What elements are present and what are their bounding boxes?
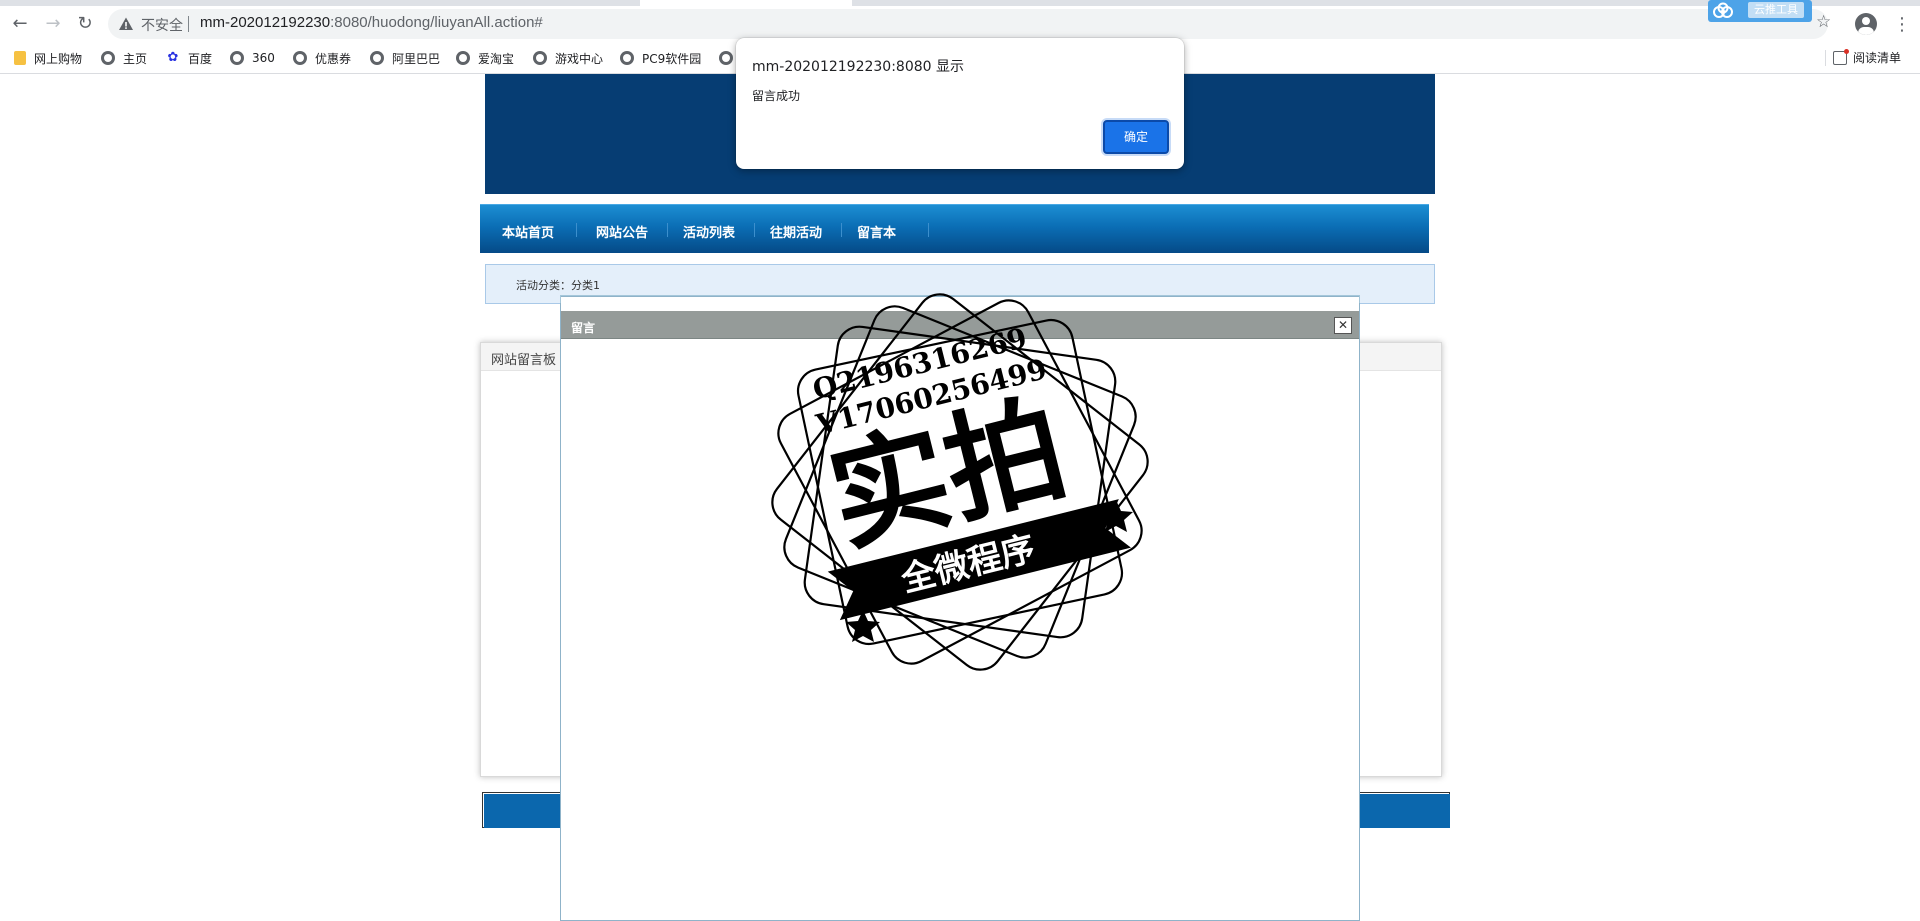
bookmark-aitaobao[interactable]: 爱淘宝 (456, 49, 514, 67)
paw-icon: ✿ (167, 50, 179, 65)
nav-separator (667, 223, 668, 237)
profile-avatar-icon[interactable] (1855, 13, 1877, 35)
bookmark-label: 网上购物 (34, 51, 83, 66)
url-text[interactable]: mm-202012192230:8080/huodong/liuyanAll.a… (200, 14, 543, 31)
bookmark-home[interactable]: 主页 (101, 49, 147, 67)
nav-guestbook[interactable]: 留言本 (857, 222, 896, 241)
bookmark-baidu[interactable]: ✿ 百度 (166, 49, 212, 67)
nav-past-activities[interactable]: 往期活动 (770, 222, 822, 241)
close-icon[interactable]: ✕ (1334, 317, 1352, 334)
nav-announcements[interactable]: 网站公告 (596, 222, 648, 241)
globe-icon (533, 51, 547, 65)
back-icon[interactable]: ← (8, 12, 32, 36)
bookmark-360[interactable]: 360 (230, 49, 275, 67)
bookmark-alibaba[interactable]: 阿里巴巴 (370, 49, 440, 67)
bookmark-label: PC9软件园 (642, 51, 702, 66)
nav-home[interactable]: 本站首页 (502, 222, 554, 241)
nav-separator (928, 223, 929, 237)
leave-message-dialog: 留言 ✕ (560, 295, 1360, 921)
reload-icon[interactable]: ↻ (73, 12, 97, 36)
more-menu-icon[interactable]: ⋮ (1893, 14, 1911, 35)
globe-icon (293, 51, 307, 65)
reading-list-label: 阅读清单 (1853, 51, 1902, 65)
bookmark-label: 爱淘宝 (478, 51, 515, 66)
dialog-title: 留言 (571, 321, 596, 335)
bookmark-shopping[interactable]: 网上购物 (14, 49, 82, 67)
bookmark-label: 百度 (188, 51, 213, 66)
security-label[interactable]: 不安全 (141, 15, 183, 35)
alert-message: 留言成功 (752, 89, 801, 103)
address-bar[interactable]: 不安全 mm-202012192230:8080/huodong/liuyanA… (108, 9, 1828, 39)
omnibox-divider (188, 16, 189, 32)
ok-button[interactable]: 确定 (1103, 120, 1169, 154)
bookmark-label: 360 (252, 51, 275, 65)
globe-icon (101, 51, 115, 65)
nav-separator (576, 223, 577, 237)
bookmarks-divider (1825, 50, 1826, 66)
extension-label: 云推工具 (1748, 2, 1804, 18)
warning-icon (119, 17, 133, 30)
bookmark-pc9[interactable]: PC9软件园 (620, 49, 701, 67)
message-board-title: 网站留言板 (491, 353, 557, 368)
alert-title: mm-202012192230:8080 显示 (752, 59, 965, 75)
globe-icon (370, 51, 384, 65)
bookmark-label: 阿里巴巴 (392, 51, 441, 66)
bookmark-label: 主页 (123, 51, 148, 66)
category-label: 活动分类：分类1 (516, 279, 600, 292)
url-host: mm-202012192230 (200, 14, 331, 31)
bookmark-label: 游戏中心 (555, 51, 604, 66)
bookmark-coupons[interactable]: 优惠券 (293, 49, 351, 67)
alert-dialog: mm-202012192230:8080 显示 留言成功 确定 (736, 38, 1184, 169)
nav-separator (754, 223, 755, 237)
globe-icon (230, 51, 244, 65)
forward-icon[interactable]: → (41, 12, 65, 36)
bookmark-label: 优惠券 (315, 51, 352, 66)
main-nav: 本站首页 网站公告 活动列表 往期活动 留言本 (480, 204, 1429, 253)
reading-list[interactable]: 阅读清单 (1833, 48, 1902, 66)
nav-separator (841, 223, 842, 237)
reading-list-icon (1833, 48, 1849, 65)
cloud-extension-badge[interactable]: 云推工具 (1708, 0, 1812, 22)
url-path: :8080/huodong/liuyanAll.action# (330, 14, 543, 31)
globe-icon (620, 51, 634, 65)
nav-activity-list[interactable]: 活动列表 (683, 222, 735, 241)
cloud-icon (1713, 2, 1733, 18)
dialog-titlebar[interactable]: 留言 ✕ (561, 311, 1359, 339)
folder-icon (14, 51, 26, 65)
globe-icon (719, 51, 733, 65)
globe-icon (456, 51, 470, 65)
bookmark-star-icon[interactable]: ☆ (1816, 12, 1831, 32)
browser-toolbar: ← → ↻ 不安全 mm-202012192230:8080/huodong/l… (0, 6, 1920, 42)
dialog-frame (560, 295, 1360, 303)
bookmark-game-center[interactable]: 游戏中心 (533, 49, 603, 67)
